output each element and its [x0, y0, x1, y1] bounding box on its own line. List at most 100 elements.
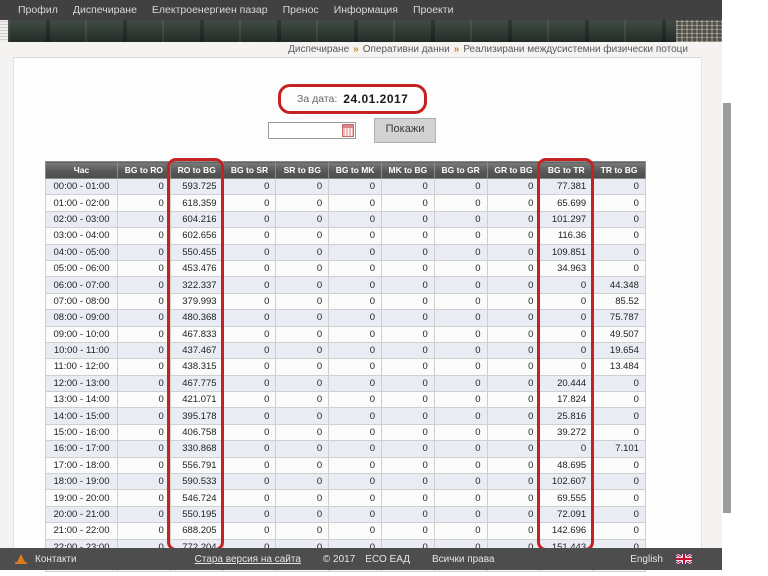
value-cell: 0 [487, 310, 540, 326]
value-cell: 0 [434, 179, 487, 195]
value-cell: 379.993 [170, 293, 223, 309]
value-cell: 0 [381, 359, 434, 375]
show-button[interactable]: Покажи [374, 118, 436, 143]
value-cell: 0 [487, 326, 540, 342]
nav-item-pazar[interactable]: Електроенергиен пазар [152, 4, 268, 16]
value-cell: 0 [487, 244, 540, 260]
column-header-tr-to-bg: TR to BG [593, 162, 646, 179]
breadcrumb-operativni-danni[interactable]: Оперативни данни [363, 44, 450, 55]
value-cell: 556.791 [170, 457, 223, 473]
column-header-ro-to-bg: RO to BG [170, 162, 223, 179]
value-cell: 17.824 [540, 392, 593, 408]
value-cell: 0 [487, 228, 540, 244]
value-cell: 593.725 [170, 179, 223, 195]
table-row: 11:00 - 12:000438.315000000013.484 [46, 359, 646, 375]
vertical-scrollbar-thumb[interactable] [723, 103, 731, 513]
value-cell: 0 [434, 244, 487, 260]
value-cell: 0 [593, 490, 646, 506]
value-cell: 0 [276, 244, 329, 260]
value-cell: 0 [434, 310, 487, 326]
value-cell: 0 [118, 424, 171, 440]
column-header-bg-to-tr: BG to TR [540, 162, 593, 179]
value-cell: 0 [329, 211, 382, 227]
breadcrumb: Диспечиране»Оперативни данни»Реализирани… [13, 44, 688, 55]
value-cell: 0 [593, 211, 646, 227]
column-header-gr-to-bg: GR to BG [487, 162, 540, 179]
nav-item-proekti[interactable]: Проекти [413, 4, 453, 16]
value-cell: 322.337 [170, 277, 223, 293]
value-cell: 49.507 [593, 326, 646, 342]
value-cell: 0 [329, 506, 382, 522]
value-cell: 0 [276, 375, 329, 391]
value-cell: 546.724 [170, 490, 223, 506]
table-row: 17:00 - 18:000556.79100000048.6950 [46, 457, 646, 473]
table-row: 15:00 - 16:000406.75800000039.2720 [46, 424, 646, 440]
value-cell: 0 [593, 474, 646, 490]
calendar-icon[interactable] [342, 124, 354, 137]
value-cell: 0 [329, 408, 382, 424]
breadcrumb-separator-icon: » [450, 44, 464, 55]
value-cell: 20.444 [540, 375, 593, 391]
value-cell: 0 [329, 375, 382, 391]
value-cell: 0 [434, 277, 487, 293]
hour-cell: 13:00 - 14:00 [46, 392, 118, 408]
value-cell: 69.555 [540, 490, 593, 506]
value-cell: 85.52 [593, 293, 646, 309]
value-cell: 0 [487, 375, 540, 391]
value-cell: 0 [434, 408, 487, 424]
value-cell: 0 [276, 457, 329, 473]
value-cell: 0 [118, 408, 171, 424]
table-row: 07:00 - 08:000379.993000000085.52 [46, 293, 646, 309]
nav-item-dispechirane[interactable]: Диспечиране [73, 4, 137, 16]
value-cell: 0 [276, 424, 329, 440]
value-cell: 0 [593, 244, 646, 260]
value-cell: 0 [329, 474, 382, 490]
hour-cell: 19:00 - 20:00 [46, 490, 118, 506]
value-cell: 0 [329, 441, 382, 457]
footer-company: ЕСО ЕАД [365, 554, 410, 565]
value-cell: 0 [434, 490, 487, 506]
value-cell: 0 [381, 342, 434, 358]
value-cell: 0 [434, 457, 487, 473]
hour-cell: 07:00 - 08:00 [46, 293, 118, 309]
value-cell: 0 [381, 211, 434, 227]
value-cell: 0 [593, 392, 646, 408]
value-cell: 0 [434, 342, 487, 358]
column-header-bg-to-mk: BG to MK [329, 162, 382, 179]
value-cell: 0 [540, 310, 593, 326]
value-cell: 0 [381, 506, 434, 522]
footer-contacts-link[interactable]: Контакти [35, 554, 77, 565]
value-cell: 618.359 [170, 195, 223, 211]
value-cell: 0 [223, 375, 276, 391]
hour-cell: 08:00 - 09:00 [46, 310, 118, 326]
value-cell: 0 [434, 375, 487, 391]
footer-old-version-link[interactable]: Стара версия на сайта [195, 554, 301, 565]
value-cell: 0 [329, 359, 382, 375]
value-cell: 0 [329, 310, 382, 326]
value-cell: 0 [276, 195, 329, 211]
value-cell: 0 [593, 523, 646, 539]
value-cell: 0 [381, 457, 434, 473]
value-cell: 75.787 [593, 310, 646, 326]
banner-left-edge [0, 20, 8, 42]
value-cell: 590.533 [170, 474, 223, 490]
hour-cell: 01:00 - 02:00 [46, 195, 118, 211]
value-cell: 0 [276, 228, 329, 244]
nav-item-profil[interactable]: Профил [18, 4, 58, 16]
footer-language-link[interactable]: English [630, 554, 663, 565]
value-cell: 0 [540, 326, 593, 342]
uk-flag-icon[interactable] [676, 554, 692, 564]
nav-item-informacia[interactable]: Информация [334, 4, 398, 16]
value-cell: 7.101 [593, 441, 646, 457]
breadcrumb-dispechirane[interactable]: Диспечиране [288, 44, 349, 55]
value-cell: 0 [118, 523, 171, 539]
column-header-bg-to-ro: BG to RO [118, 162, 171, 179]
table-row: 14:00 - 15:000395.17800000025.8160 [46, 408, 646, 424]
value-cell: 0 [276, 408, 329, 424]
nav-item-prenos[interactable]: Пренос [283, 4, 319, 16]
hour-cell: 17:00 - 18:00 [46, 457, 118, 473]
value-cell: 0 [223, 457, 276, 473]
date-label: За дата: [297, 93, 337, 105]
value-cell: 0 [118, 375, 171, 391]
value-cell: 109.851 [540, 244, 593, 260]
